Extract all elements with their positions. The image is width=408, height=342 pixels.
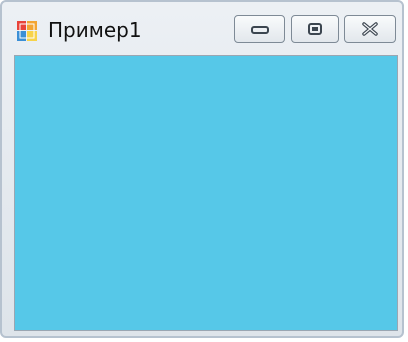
- app-window-icon: [17, 21, 37, 41]
- window-title: Пример1: [48, 18, 142, 42]
- maximize-icon: [308, 23, 322, 35]
- title-bar[interactable]: Пример1: [2, 2, 402, 54]
- client-area[interactable]: [14, 55, 398, 331]
- close-button[interactable]: [344, 15, 396, 43]
- app-window: Пример1: [0, 0, 404, 338]
- maximize-button[interactable]: [291, 15, 339, 43]
- minimize-button[interactable]: [234, 15, 285, 43]
- minimize-icon: [250, 26, 269, 34]
- close-icon: [362, 22, 378, 36]
